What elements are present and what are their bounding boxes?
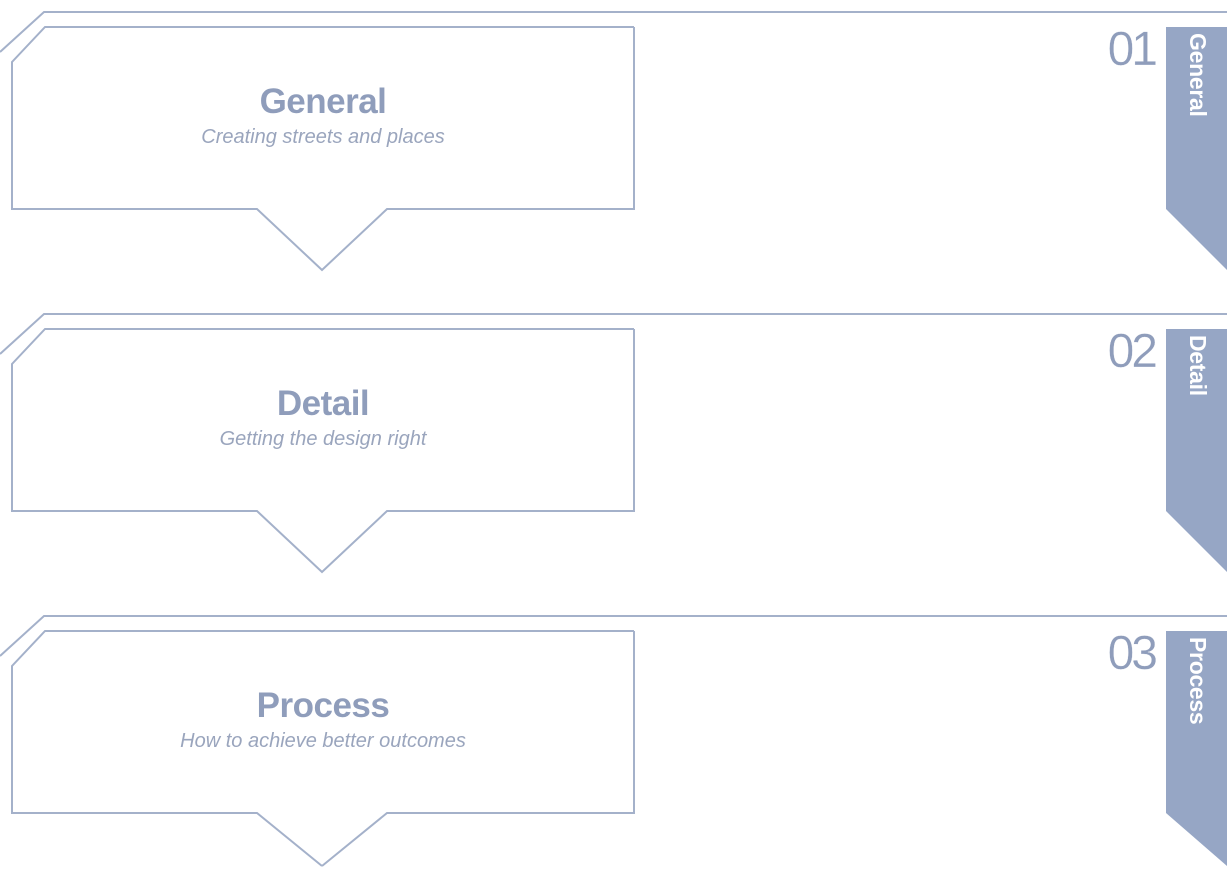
tab-label: Detail: [1185, 335, 1211, 396]
section-number: 02: [1107, 325, 1158, 378]
section-number: 03: [1107, 627, 1158, 680]
tab-detail[interactable]: Detail: [1166, 329, 1227, 529]
section-subtitle: Creating streets and places: [201, 126, 445, 148]
section-heading: Detail Getting the design right: [12, 384, 634, 452]
section-title: Process: [256, 686, 390, 725]
tab-label: General: [1185, 33, 1211, 117]
section-general: General Creating streets and places 01 G…: [0, 0, 1227, 280]
section-number: 01: [1107, 23, 1158, 76]
section-title: Detail: [276, 384, 370, 423]
tab-general[interactable]: General: [1166, 27, 1227, 227]
section-process: Process How to achieve better outcomes 0…: [0, 604, 1227, 884]
tab-label: Process: [1185, 637, 1211, 725]
section-title: General: [259, 82, 387, 121]
section-subtitle: Getting the design right: [219, 428, 427, 450]
tab-process[interactable]: Process: [1166, 631, 1227, 831]
section-heading: Process How to achieve better outcomes: [12, 686, 634, 754]
section-detail: Detail Getting the design right 02 Detai…: [0, 302, 1227, 582]
section-subtitle: How to achieve better outcomes: [180, 730, 466, 752]
section-heading: General Creating streets and places: [12, 82, 634, 150]
